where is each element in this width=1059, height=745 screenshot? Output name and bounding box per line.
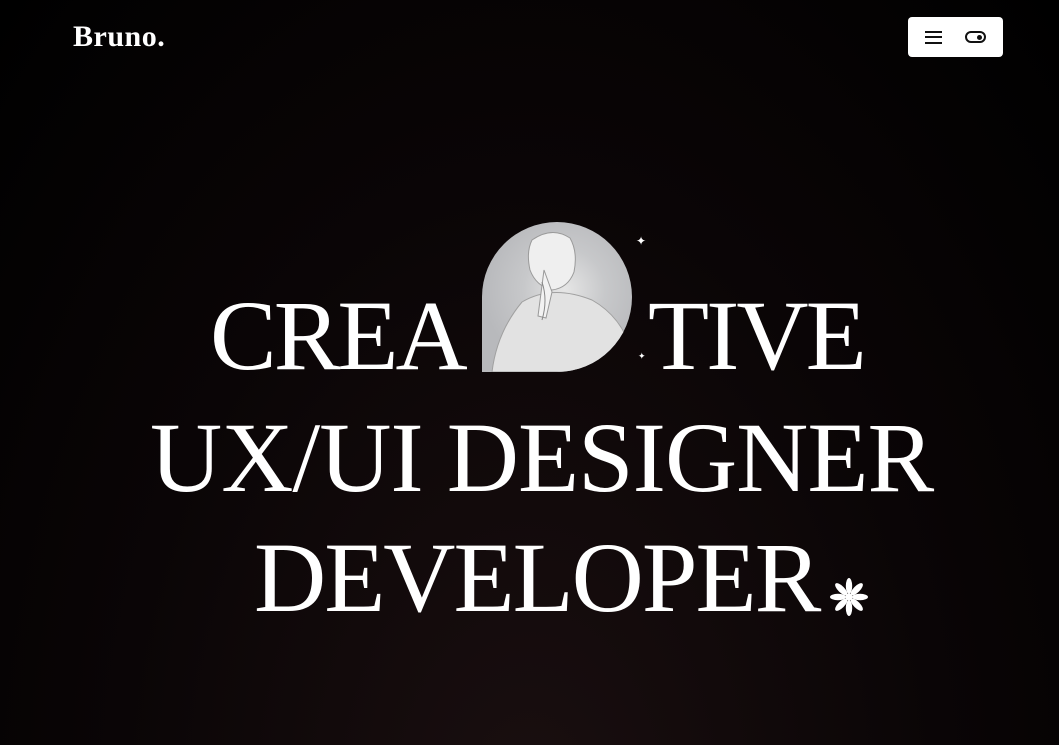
hero-title-line3: DEVELOPER [254, 522, 821, 633]
sparkle-icon: ✦ [638, 351, 646, 361]
theme-toggle-icon[interactable] [964, 31, 986, 43]
hero-title-line2: UX/UI DESIGNER [150, 402, 934, 513]
hamburger-menu-icon[interactable] [925, 30, 943, 44]
statue-image [482, 222, 632, 372]
sparkle-icon: ✦ [636, 234, 647, 248]
hero-title-creative-left: CREA [210, 280, 468, 391]
hero-title-creative-right: TIVE [648, 280, 867, 391]
flower-icon [830, 578, 868, 616]
header-toolbar [908, 17, 1003, 57]
logo[interactable]: Bruno. [73, 20, 165, 54]
